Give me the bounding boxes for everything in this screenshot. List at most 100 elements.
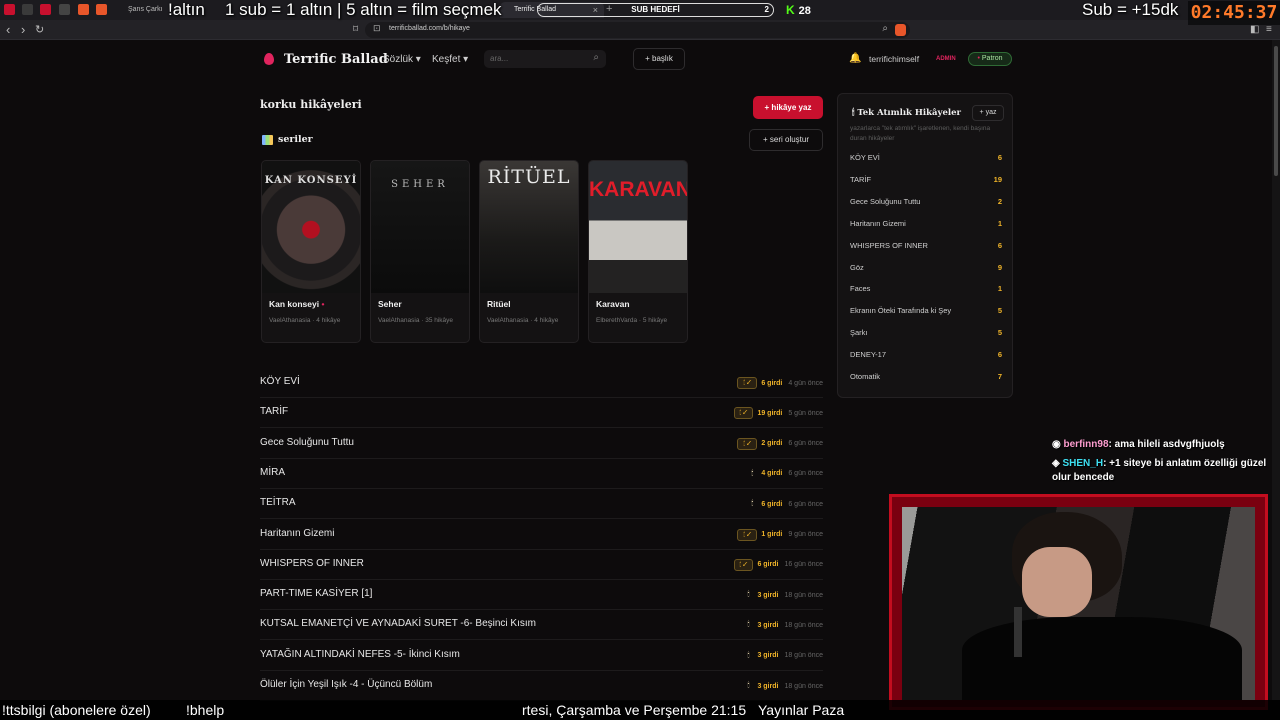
story-row[interactable]: Haritanın Gizemi 🕯 ✓ 1 girdi 9 gün önce (260, 520, 823, 550)
one-shot-item[interactable]: Gece Soluğunu Tuttu 2 (850, 192, 1002, 212)
story-row[interactable]: PART-TIME KASİYER [1] 🕯 3 girdi 18 gün önce (260, 580, 823, 611)
story-row[interactable]: Ölüler İçin Yeşil Işık -4 - Üçüncü Bölüm… (260, 671, 823, 701)
story-stats: 🕯 6 girdi 6 gün önce (747, 497, 823, 511)
username[interactable]: terrifichimself (869, 54, 919, 64)
one-shot-name[interactable]: KÖY EVİ (850, 153, 880, 162)
story-badge: 🕯 (747, 591, 750, 599)
story-title[interactable]: KUTSAL EMANETÇİ VE AYNADAKİ SURET -6- Be… (260, 618, 536, 629)
one-shot-item[interactable]: Ekranın Öteki Tarafında ki Şey 5 (850, 301, 1002, 321)
series-card[interactable]: RİTÜEL Ritüel VaelAthanasia · 4 hikâye (479, 160, 579, 343)
story-row[interactable]: Gece Soluğunu Tuttu 🕯 ✓ 2 girdi 6 gün önce (260, 429, 823, 459)
panel-write-button[interactable]: + yaz (972, 105, 1004, 121)
one-shot-panel: 🕯 Tek Atımlık Hikâyeler + yaz yazarlarca… (837, 93, 1013, 398)
story-stats: 🕯 ✓ 19 girdi 5 gün önce (733, 406, 823, 420)
pinned-tab-icon[interactable] (40, 4, 51, 15)
story-badge: 🕯 ✓ (733, 558, 754, 571)
new-topic-button[interactable]: + başlık (633, 48, 685, 70)
pinned-tab-icon[interactable] (59, 4, 70, 15)
one-shot-name[interactable]: DENEY-17 (850, 350, 886, 359)
series-card[interactable]: KARAVAN Karavan ElberethVarda · 5 hikâye (588, 160, 688, 343)
one-shot-item[interactable]: Şarkı 5 (850, 323, 1002, 343)
entry-count: 6 girdi (757, 561, 779, 569)
one-shot-name[interactable]: Otomatik (850, 372, 880, 381)
url-text[interactable]: terrificballad.com/b/hikaye (389, 25, 470, 32)
one-shot-count: 6 (997, 240, 1002, 250)
story-row[interactable]: YATAĞIN ALTINDAKİ NEFES -5- İkinci Kısım… (260, 641, 823, 671)
one-shot-item[interactable]: Göz 9 (850, 258, 1002, 278)
nav-kesfet[interactable]: Keşfet ▾ (432, 54, 468, 65)
one-shot-name[interactable]: TARİF (850, 175, 871, 184)
story-title[interactable]: KÖY EVİ (260, 376, 300, 387)
series-title: Seher (378, 299, 402, 309)
site-info-icon[interactable]: ⊡ (373, 23, 381, 34)
pinned-tab-icon[interactable] (78, 4, 89, 15)
one-shot-item[interactable]: Faces 1 (850, 279, 1002, 299)
one-shot-item[interactable]: DENEY-17 6 (850, 345, 1002, 365)
story-title[interactable]: TARİF (260, 406, 288, 417)
nav-sozluk[interactable]: Sözlük ▾ (383, 54, 421, 65)
back-icon[interactable]: ‹ (6, 21, 10, 39)
story-title[interactable]: MİRA (260, 467, 285, 478)
story-title[interactable]: TEİTRA (260, 497, 296, 508)
story-time: 16 gün önce (784, 561, 823, 569)
pinned-tab-icon[interactable] (96, 4, 107, 15)
story-row[interactable]: KÖY EVİ 🕯 ✓ 6 girdi 4 gün önce (260, 368, 823, 398)
story-row[interactable]: TEİTRA 🕯 6 girdi 6 gün önce (260, 489, 823, 520)
series-card[interactable]: KAN KONSEYİ Kan konseyi • VaelAthanasia … (261, 160, 361, 343)
story-time: 18 gün önce (784, 682, 823, 690)
overlay-gold-command: !altın (168, 0, 205, 19)
create-series-button[interactable]: + seri oluştur (749, 129, 823, 151)
one-shot-name[interactable]: Haritanın Gizemi (850, 219, 906, 228)
story-title[interactable]: YATAĞIN ALTINDAKİ NEFES -5- İkinci Kısım (260, 649, 460, 660)
entry-count: 1 girdi (761, 531, 783, 538)
address-bar[interactable]: ⊡ terrificballad.com/b/hikaye ⌕ (365, 22, 910, 38)
one-shot-item[interactable]: WHISPERS OF INNER 6 (850, 236, 1002, 256)
one-shot-name[interactable]: WHISPERS OF INNER (850, 241, 928, 250)
story-title[interactable]: Gece Soluğunu Tuttu (260, 437, 354, 448)
story-title[interactable]: WHISPERS OF INNER (260, 558, 364, 569)
bookmark-icon[interactable]: ⌑ (353, 21, 358, 39)
app-icon[interactable] (4, 4, 15, 15)
story-title[interactable]: Haritanın Gizemi (260, 528, 334, 539)
story-badge: 🕯 (751, 500, 754, 508)
zoom-icon[interactable]: ⌕ (882, 23, 888, 34)
site-name[interactable]: Terrific Ballad (284, 52, 388, 67)
search-icon[interactable]: ⌕ (593, 52, 599, 63)
story-badge: 🕯 (747, 682, 750, 689)
story-title[interactable]: Ölüler İçin Yeşil Işık -4 - Üçüncü Bölüm (260, 679, 432, 690)
series-meta: ElberethVarda · 5 hikâye (596, 317, 668, 324)
one-shot-name[interactable]: Faces (850, 284, 870, 293)
tab-spin-wheel[interactable]: Şans Çarkı - Ki (114, 2, 166, 29)
story-row[interactable]: TARİF 🕯 ✓ 19 girdi 5 gün önce (260, 398, 823, 429)
one-shot-name[interactable]: Göz (850, 263, 864, 272)
logo-drop-icon[interactable] (264, 53, 274, 65)
one-shot-item[interactable]: Haritanın Gizemi 1 (850, 214, 1002, 234)
one-shot-name[interactable]: Gece Soluğunu Tuttu (850, 197, 920, 206)
entry-count: 3 girdi (757, 621, 779, 629)
pinned-tab-icon[interactable] (22, 4, 33, 15)
one-shot-item[interactable]: KÖY EVİ 6 (850, 148, 1002, 168)
one-shot-name[interactable]: Şarkı (850, 328, 868, 337)
scrollbar-thumb[interactable] (1274, 46, 1278, 176)
search-input[interactable]: ara... ⌕ (484, 50, 606, 68)
write-story-button[interactable]: + hikâye yaz (753, 96, 823, 119)
story-title[interactable]: PART-TIME KASİYER [1] (260, 588, 372, 599)
story-row[interactable]: WHISPERS OF INNER 🕯 ✓ 6 girdi 16 gün önce (260, 550, 823, 580)
patron-badge[interactable]: • Patron (968, 52, 1012, 66)
one-shot-name[interactable]: Ekranın Öteki Tarafında ki Şey (850, 306, 951, 315)
reload-icon[interactable]: ↻ (35, 21, 44, 39)
ticker-help: !bhelp (186, 702, 225, 718)
series-card[interactable]: SEHER Seher VaelAthanasia · 35 hikâye (370, 160, 470, 343)
page-scrollbar[interactable] (1272, 40, 1280, 700)
bell-icon[interactable]: 🔔 (849, 53, 861, 64)
brave-shield-icon[interactable] (895, 24, 906, 36)
forward-icon[interactable]: › (21, 21, 25, 39)
one-shot-item[interactable]: Otomatik 7 (850, 367, 1002, 387)
story-time: 18 gün önce (784, 621, 823, 629)
one-shot-count: 1 (997, 284, 1002, 294)
story-time: 6 gün önce (788, 470, 823, 478)
one-shot-count: 5 (997, 306, 1002, 316)
story-row[interactable]: KUTSAL EMANETÇİ VE AYNADAKİ SURET -6- Be… (260, 610, 823, 641)
story-row[interactable]: MİRA 🕯 4 girdi 6 gün önce (260, 459, 823, 489)
one-shot-item[interactable]: TARİF 19 (850, 170, 1002, 190)
